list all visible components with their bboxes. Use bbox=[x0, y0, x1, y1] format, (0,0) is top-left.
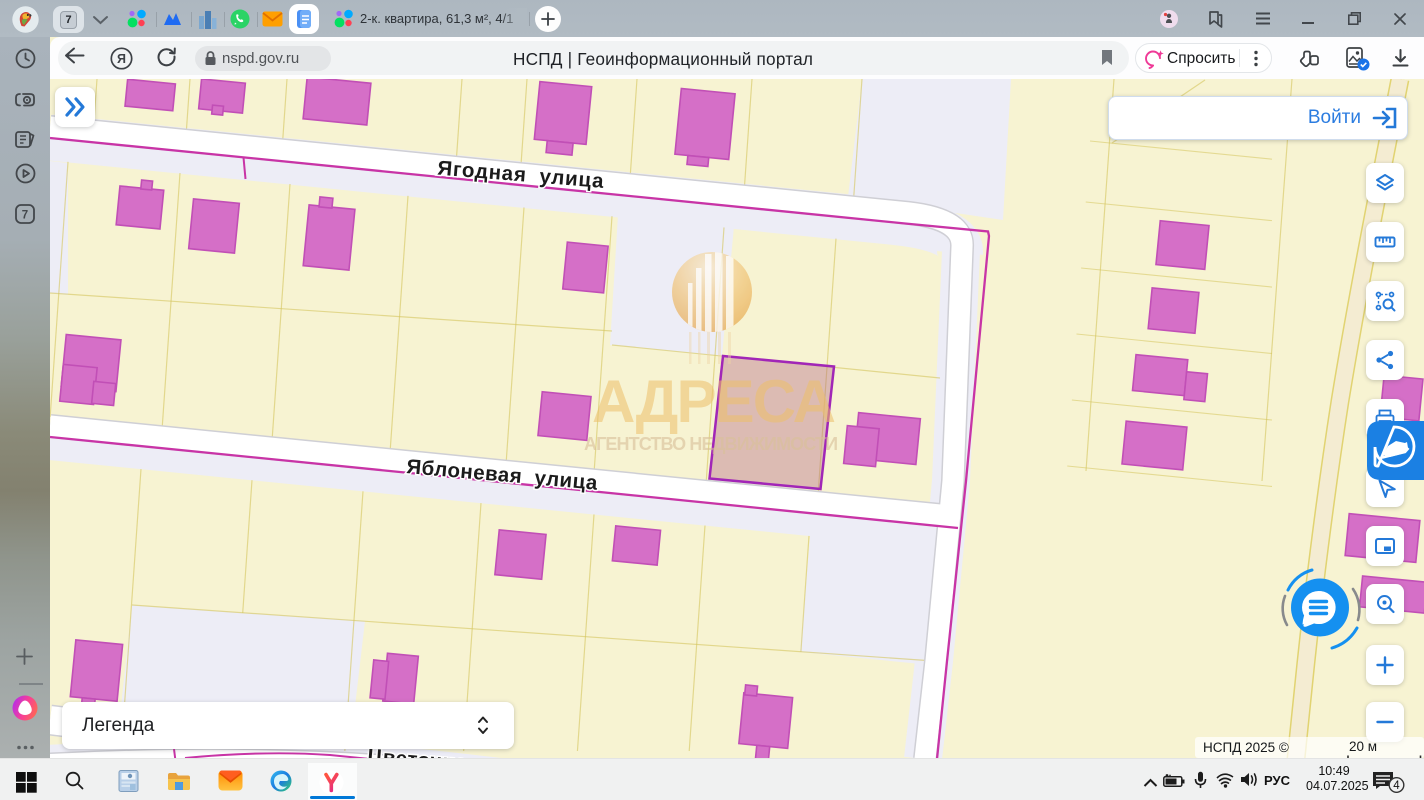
svg-text:Я: Я bbox=[117, 52, 126, 66]
svg-text:4: 4 bbox=[1393, 780, 1400, 792]
svg-text:7: 7 bbox=[22, 210, 28, 222]
svg-text:АДРЕСА: АДРЕСА bbox=[592, 368, 836, 435]
svg-text:АГЕНТСТВО НЕДВИЖИМОСТИ: АГЕНТСТВО НЕДВИЖИМОСТИ bbox=[584, 434, 839, 454]
